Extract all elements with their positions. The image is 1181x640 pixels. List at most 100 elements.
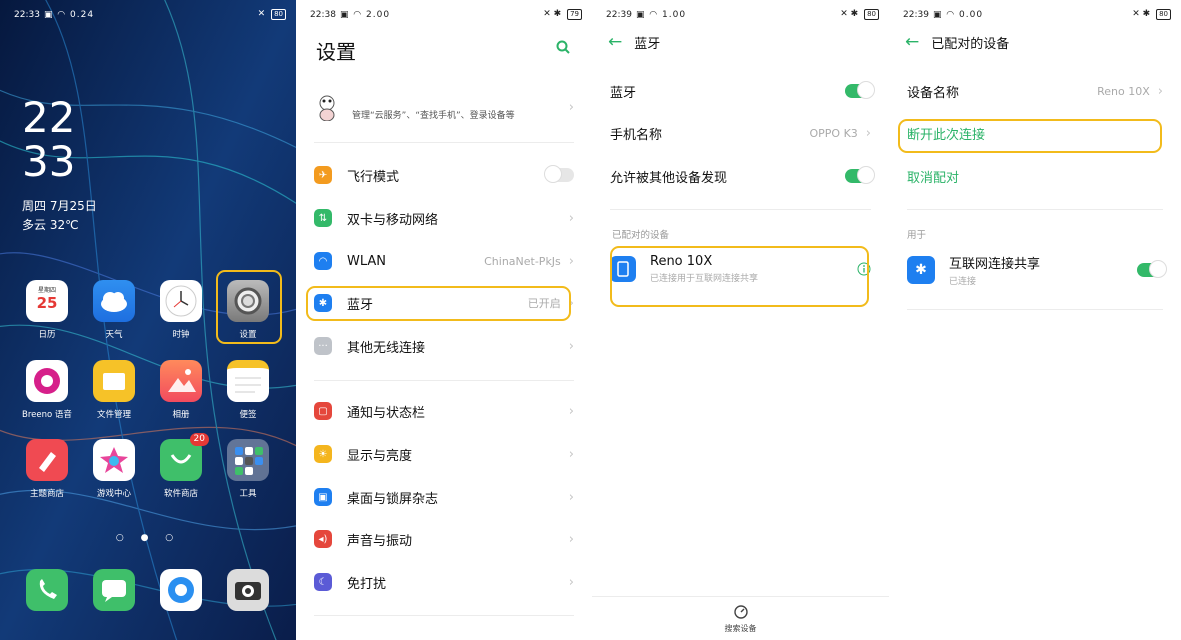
game-center-icon bbox=[93, 439, 135, 481]
chevron-right-icon: › bbox=[865, 125, 871, 141]
folder-icon bbox=[93, 360, 135, 402]
item-label: 免打扰 bbox=[347, 576, 387, 592]
app-game-center[interactable]: 游戏中心 bbox=[86, 439, 142, 499]
calendar-icon: 星期四 25 bbox=[26, 280, 68, 322]
browser-icon bbox=[160, 569, 202, 611]
settings-item-wlan[interactable]: ◠ WLAN ChinaNet-PkJs › bbox=[314, 241, 574, 281]
scan-label: 搜索设备 bbox=[724, 624, 757, 633]
net-speed: 2.00 bbox=[366, 10, 391, 20]
app-label: 工具 bbox=[239, 489, 257, 499]
tethering-toggle[interactable] bbox=[1137, 260, 1167, 278]
app-weather[interactable]: 天气 bbox=[86, 280, 142, 340]
status-bar: 22:38 ▣ ◠ 2.00 ✕ ✱ 79 bbox=[296, 0, 592, 30]
header: ← 蓝牙 bbox=[608, 32, 660, 52]
discoverable-toggle[interactable] bbox=[845, 166, 875, 184]
highlight-disconnect bbox=[898, 119, 1162, 153]
unpair-button[interactable]: 取消配对 bbox=[907, 156, 1163, 196]
bluetooth-toggle-row[interactable]: 蓝牙 bbox=[610, 71, 875, 111]
item-label: WLAN bbox=[347, 253, 387, 269]
battery-indicator: ✕ ✱ 80 bbox=[840, 9, 879, 20]
discoverable-row[interactable]: 允许被其他设备发现 bbox=[610, 156, 875, 196]
settings-item-sound[interactable]: ◂) 声音与振动 › bbox=[314, 519, 574, 559]
app-label: 便签 bbox=[239, 410, 257, 420]
status-bar: 22:33 ▣ ◠ 0.24 ✕ 80 bbox=[0, 0, 296, 30]
app-software-store[interactable]: 20 软件商店 bbox=[153, 433, 209, 499]
app-notes[interactable]: 便签 bbox=[220, 360, 276, 420]
item-label: 双卡与移动网络 bbox=[347, 212, 439, 228]
chevron-right-icon: › bbox=[568, 253, 574, 269]
app-label: 相册 bbox=[172, 410, 190, 420]
item-value: ChinaNet-PkJs bbox=[484, 254, 561, 268]
settings-item-wallpaper[interactable]: ▣ 桌面与锁屏杂志 › bbox=[314, 477, 574, 517]
app-breeno[interactable]: Breeno 语音 bbox=[19, 360, 75, 420]
item-label: 桌面与锁屏杂志 bbox=[347, 491, 439, 507]
app-theme-store[interactable]: 主题商店 bbox=[19, 439, 75, 499]
battery-level: 79 bbox=[567, 9, 582, 20]
settings-item-dnd[interactable]: ☾ 免打扰 › bbox=[314, 562, 574, 602]
scan-icon bbox=[733, 605, 748, 619]
back-arrow-icon[interactable]: ← bbox=[608, 32, 622, 52]
app-label: 日历 bbox=[38, 330, 56, 340]
sim-icon: ⇅ bbox=[314, 209, 332, 227]
page-indicator[interactable]: ○ ● ○ bbox=[0, 533, 296, 543]
scan-devices-button[interactable]: 搜索设备 bbox=[592, 604, 889, 634]
chevron-right-icon: › bbox=[568, 210, 574, 226]
settings-item-airplane[interactable]: ✈ 飞行模式 bbox=[314, 155, 574, 195]
app-files[interactable]: 文件管理 bbox=[86, 360, 142, 420]
app-label: 软件商店 bbox=[163, 489, 198, 499]
app-clock[interactable]: 时钟 bbox=[153, 280, 209, 340]
battery-indicator: ✕ ✱ 79 bbox=[543, 9, 582, 20]
phone-name-row[interactable]: 手机名称 OPPO K3 › bbox=[610, 113, 871, 153]
clock-widget[interactable]: 22 33 bbox=[22, 96, 75, 184]
back-arrow-icon[interactable]: ← bbox=[905, 32, 919, 52]
battery-indicator: ✕ 80 bbox=[258, 9, 286, 20]
chevron-right-icon: › bbox=[568, 574, 574, 590]
airplane-toggle[interactable] bbox=[544, 165, 574, 183]
calendar-weekday: 星期四 bbox=[37, 287, 56, 294]
device-name-row[interactable]: 设备名称 Reno 10X › bbox=[907, 71, 1163, 111]
settings-item-display[interactable]: ☀ 显示与亮度 › bbox=[314, 434, 574, 474]
settings-item-other-wireless[interactable]: ··· 其他无线连接 › bbox=[314, 326, 574, 366]
app-label: 游戏中心 bbox=[96, 489, 131, 499]
item-label: 手机名称 bbox=[610, 127, 663, 143]
app-tools-folder[interactable]: 工具 bbox=[220, 439, 276, 499]
more-icon: ··· bbox=[314, 337, 332, 355]
clock-icon bbox=[160, 280, 202, 322]
dock-messages[interactable] bbox=[86, 569, 142, 611]
tools-folder-icon bbox=[227, 439, 269, 481]
app-photos[interactable]: 相册 bbox=[153, 360, 209, 420]
battery-level: 80 bbox=[271, 9, 286, 20]
highlight-settings bbox=[216, 270, 282, 344]
weather-text: 多云 32℃ bbox=[22, 218, 79, 232]
messages-icon bbox=[93, 569, 135, 611]
app-calendar[interactable]: 星期四 25 日历 bbox=[19, 280, 75, 340]
tethering-row[interactable]: ✱ 互联网连接共享 已连接 bbox=[907, 250, 1167, 290]
dock-browser[interactable] bbox=[153, 569, 209, 611]
status-bar: 22:39 ▣ ◠ 1.00 ✕ ✱ 80 bbox=[592, 0, 889, 30]
divider bbox=[610, 209, 871, 210]
status-icons: ▣ ◠ 0.24 bbox=[43, 10, 95, 20]
search-icon[interactable] bbox=[556, 40, 570, 54]
sound-icon: ◂) bbox=[314, 530, 332, 548]
account-row[interactable]: 管理“云服务”、“查找手机”、登录设备等 › bbox=[314, 87, 574, 127]
bluetooth-toggle[interactable] bbox=[845, 81, 875, 99]
divider bbox=[314, 380, 574, 381]
account-subtitle: 管理“云服务”、“查找手机”、登录设备等 bbox=[352, 110, 515, 121]
battery-indicator: ✕ ✱ 80 bbox=[1132, 9, 1171, 20]
item-label: 显示与亮度 bbox=[347, 448, 413, 464]
item-label: 飞行模式 bbox=[347, 169, 400, 185]
tether-status: 已连接 bbox=[949, 277, 977, 287]
photos-icon bbox=[160, 360, 202, 402]
divider bbox=[907, 309, 1163, 310]
header: ← 已配对的设备 bbox=[905, 32, 1009, 52]
item-label: 其他无线连接 bbox=[347, 340, 426, 356]
highlight-paired-device bbox=[610, 246, 869, 307]
chevron-right-icon: › bbox=[568, 446, 574, 462]
dock-camera[interactable] bbox=[220, 569, 276, 611]
settings-item-notifications[interactable]: ▢ 通知与状态栏 › bbox=[314, 391, 574, 431]
settings-item-sim[interactable]: ⇅ 双卡与移动网络 › bbox=[314, 198, 574, 238]
bluetooth-icon: ✱ bbox=[907, 256, 935, 284]
dock-phone[interactable] bbox=[19, 569, 75, 611]
clock-hour: 22 bbox=[22, 93, 76, 142]
wifi-icon: ◠ bbox=[314, 252, 332, 270]
